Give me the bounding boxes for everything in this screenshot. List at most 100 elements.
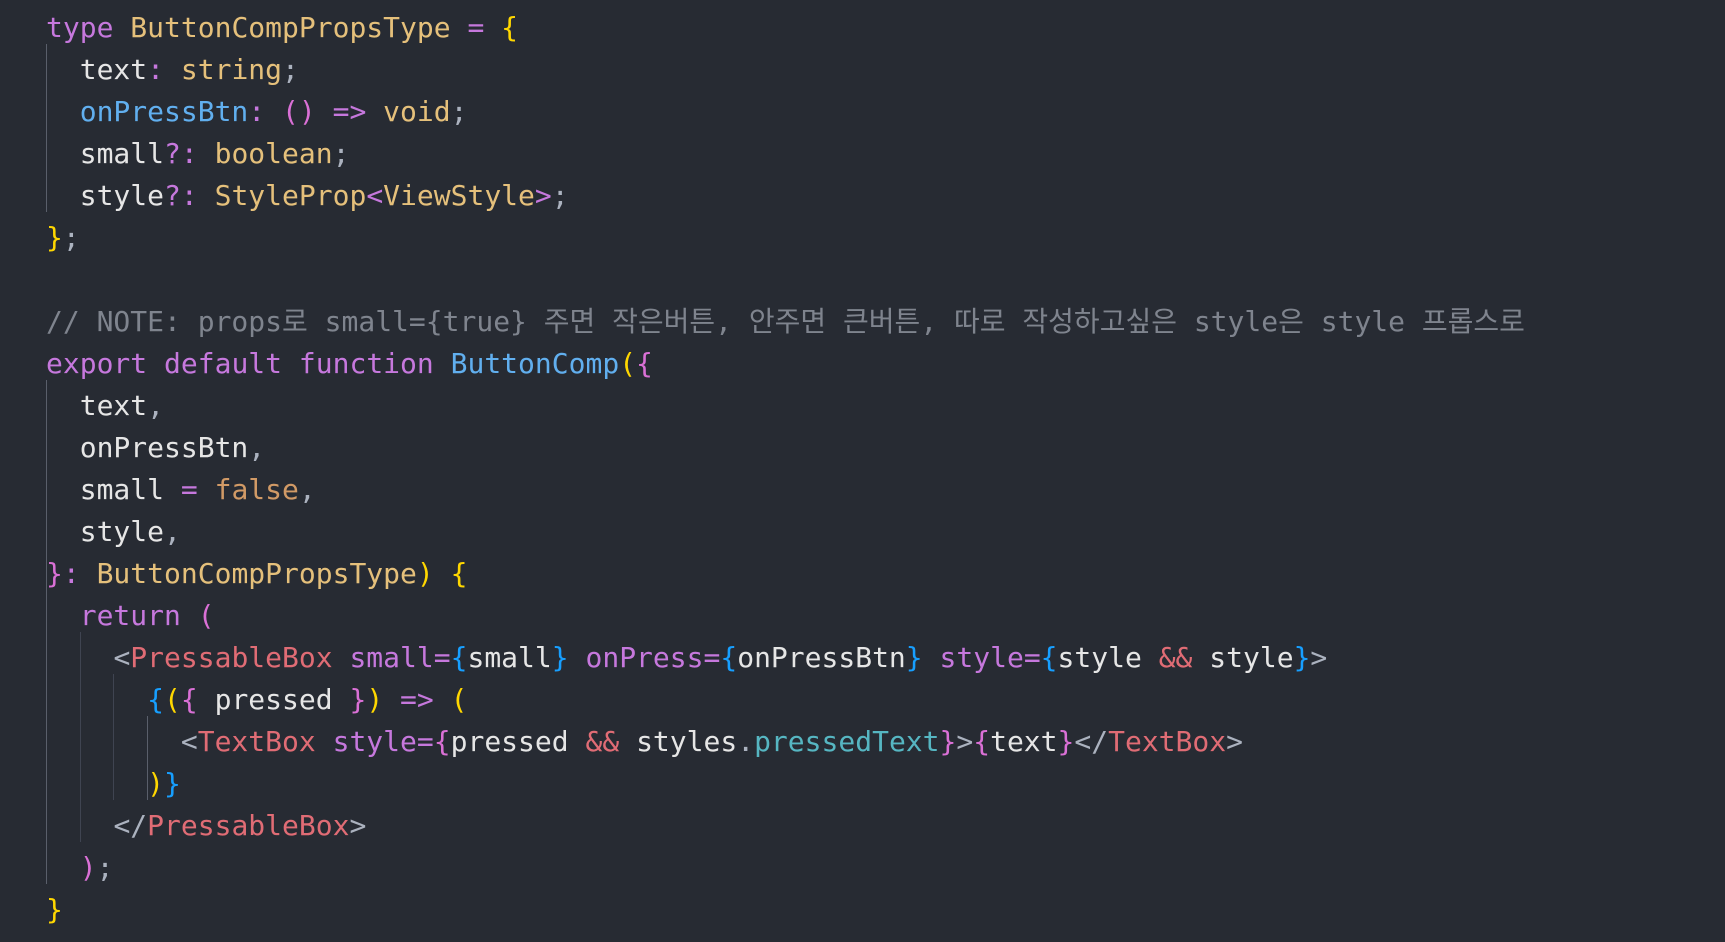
code-line[interactable]: style?: StyleProp<ViewStyle>; [46,175,569,217]
code-token: ; [450,95,468,128]
code-token: TextBox [197,725,316,758]
code-line[interactable]: )} [46,763,181,805]
code-token: onPress [585,641,704,674]
code-token: </ [1074,725,1109,758]
code-line[interactable]: return ( [46,595,215,637]
code-line[interactable]: }: ButtonCompPropsType) { [46,553,467,595]
code-token: ) [416,557,434,590]
code-token: string [180,53,283,86]
code-line[interactable]: text, [46,385,164,427]
code-token: : [248,95,266,128]
code-token: } [46,893,63,926]
code-token: TextBox [1108,725,1227,758]
code-line[interactable]: type ButtonCompPropsType = { [46,7,518,49]
code-token: ( [164,683,181,716]
code-line[interactable]: small = false, [46,469,316,511]
code-token: small [79,137,165,170]
code-token: style [939,641,1024,674]
code-token: ) [79,851,97,884]
code-token: styles [636,725,738,758]
code-line[interactable]: </PressableBox> [46,805,366,847]
code-token: ?: [164,137,198,170]
code-token: style [79,179,165,212]
code-token: > [534,179,552,212]
code-token: , [164,515,181,548]
code-token: false [214,473,299,506]
code-token: { [501,11,519,44]
code-token: && [585,725,620,758]
code-token: { [450,641,468,674]
code-token: </ [113,809,148,842]
code-token: { [147,683,165,716]
code-token: > [349,809,367,842]
code-line[interactable]: onPressBtn: () => void; [46,91,468,133]
code-line[interactable]: ); [46,847,114,889]
code-line[interactable]: style, [46,511,181,553]
code-token: void [383,95,451,128]
code-line[interactable]: small?: boolean; [46,133,350,175]
code-token: return [79,599,181,632]
code-token: onPressBtn [79,431,249,464]
code-token: } [939,725,957,758]
code-token: ) [366,683,384,716]
code-token: = [433,641,451,674]
code-editor[interactable]: type ButtonCompPropsType = { text: strin… [0,0,1725,942]
code-token: { [720,641,738,674]
code-token: style [1209,641,1294,674]
code-line[interactable]: export default function ButtonComp({ [46,343,653,385]
code-token: = [416,725,434,758]
code-token: } [1293,641,1311,674]
code-line[interactable]: // NOTE: props로 small={true} 주면 작은버튼, 안주… [46,301,1525,343]
code-line[interactable]: {({ pressed }) => ( [46,679,467,721]
code-token: ButtonCompPropsType [130,11,451,44]
code-line[interactable]: }; [46,217,80,259]
code-line[interactable]: } [46,889,63,931]
code-token: } [46,221,63,254]
code-token: = [1023,641,1041,674]
code-token: ViewStyle [383,179,535,212]
code-token: style [79,515,165,548]
code-token: style [332,725,417,758]
code-token: small [349,641,434,674]
code-line[interactable]: <PressableBox small={small} onPress={onP… [46,637,1327,679]
code-token: text [79,53,148,86]
code-token: { [180,683,198,716]
code-token: default [164,347,283,380]
code-token: text [990,725,1058,758]
code-token: ( [450,683,468,716]
code-token: : [147,53,165,86]
code-token: , [298,473,316,506]
code-token: => [400,683,434,716]
code-token: } [551,641,569,674]
code-token: function [298,347,434,380]
code-line[interactable]: text: string; [46,49,299,91]
code-token: , [147,389,165,422]
code-token: && [1158,641,1193,674]
code-token: : [62,557,80,590]
code-line[interactable]: onPressBtn, [46,427,265,469]
code-token: small [79,473,165,506]
code-token: ( [197,599,215,632]
code-line[interactable]: <TextBox style={pressed && styles.presse… [46,721,1243,763]
code-token: ( [619,347,637,380]
